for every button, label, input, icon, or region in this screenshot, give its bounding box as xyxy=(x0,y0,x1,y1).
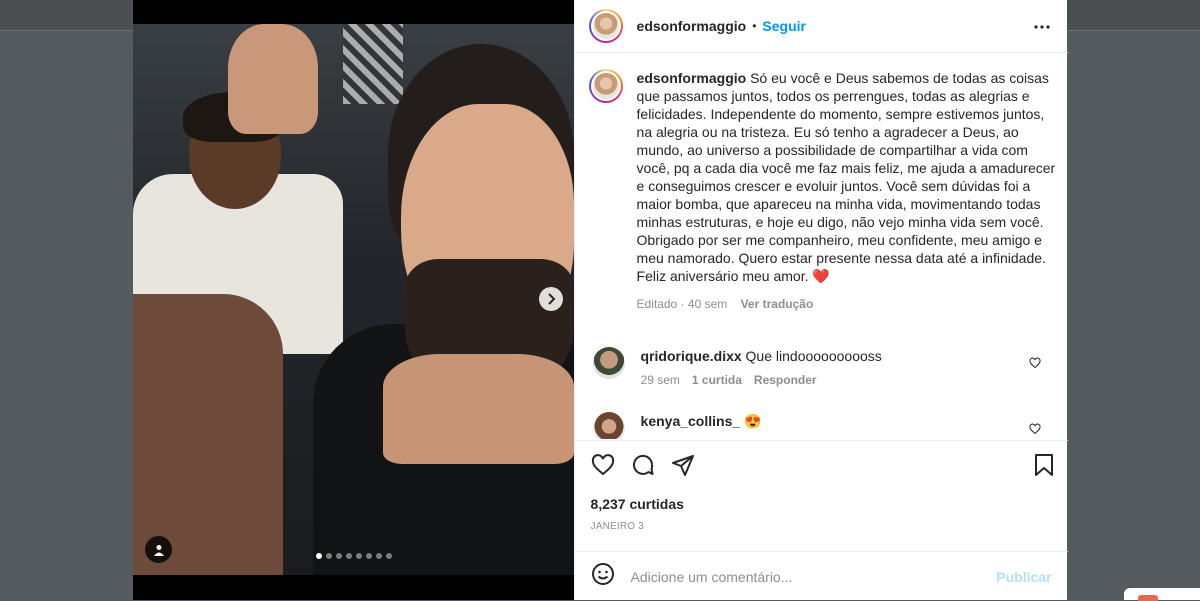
edited-time: Editado · 40 sem xyxy=(636,297,728,311)
comment-item: qridorique.dixx Que lindoooooooooss 29 s… xyxy=(592,347,1053,389)
commenter-avatar[interactable] xyxy=(592,412,625,439)
like-button[interactable] xyxy=(591,453,615,482)
post-date[interactable]: JANEIRO 3 xyxy=(591,521,644,532)
carousel-dot xyxy=(345,553,352,559)
post-sidebar: edsonformaggio • Seguir edsonformaggio S… xyxy=(573,0,1068,601)
more-icon xyxy=(1033,25,1050,29)
post-caption: edsonformaggio Só eu você e Deus sabemos… xyxy=(588,69,1059,313)
post-actions: 8,237 curtidas JANEIRO 3 xyxy=(574,440,1068,551)
carousel-dot xyxy=(375,553,382,559)
share-button[interactable] xyxy=(671,453,695,482)
caption-meta: Editado · 40 sem Ver tradução xyxy=(637,295,1057,313)
caption-avatar[interactable] xyxy=(588,69,623,103)
commenter-avatar[interactable] xyxy=(592,347,625,379)
comment-icon xyxy=(632,454,654,475)
comment-text: Que lindoooooooooss xyxy=(745,348,882,364)
caption-username[interactable]: edsonformaggio xyxy=(637,70,747,86)
comment-item: kenya_collins_ 😍 xyxy=(592,412,1053,439)
author-username[interactable]: edsonformaggio xyxy=(637,18,747,34)
post-photo xyxy=(133,24,574,575)
add-comment-bar: Publicar xyxy=(574,551,1068,601)
carousel-dot xyxy=(325,553,332,559)
heart-icon xyxy=(1029,357,1041,369)
chevron-right-icon xyxy=(548,293,556,305)
post-modal: edsonformaggio • Seguir edsonformaggio S… xyxy=(133,0,1068,601)
carousel-dot xyxy=(315,553,322,559)
publish-button[interactable]: Publicar xyxy=(996,569,1051,585)
save-button[interactable] xyxy=(1034,454,1054,481)
save-icon xyxy=(1034,454,1053,476)
post-header: edsonformaggio • Seguir xyxy=(574,0,1068,53)
header-separator: • xyxy=(752,19,757,33)
share-icon xyxy=(671,455,694,476)
commenter-username[interactable]: qridorique.dixx xyxy=(641,348,742,364)
like-comment-button[interactable] xyxy=(1029,422,1041,439)
likes-count[interactable]: 8,237 curtidas xyxy=(591,496,684,512)
post-media xyxy=(133,0,574,600)
comment-text: 😍 xyxy=(744,413,762,429)
follow-button[interactable]: Seguir xyxy=(762,18,806,34)
carousel-dot xyxy=(385,553,392,559)
carousel-dot xyxy=(365,553,372,559)
heart-icon xyxy=(591,454,614,476)
comment-input[interactable] xyxy=(628,567,993,586)
reply-button[interactable]: Responder xyxy=(754,371,817,389)
comment-time: 29 sem xyxy=(640,373,680,387)
see-translation-link[interactable]: Ver tradução xyxy=(741,297,814,311)
caption-text: Só eu você e Deus sabemos de todas as co… xyxy=(636,70,1056,284)
comments-scroll-area[interactable]: edsonformaggio Só eu você e Deus sabemos… xyxy=(575,53,1068,439)
carousel-dot xyxy=(335,553,342,559)
carousel-dot xyxy=(355,553,362,559)
corner-widget[interactable] xyxy=(1124,588,1200,601)
emoji-icon xyxy=(591,563,614,585)
heart-icon xyxy=(1029,423,1041,435)
more-options-button[interactable] xyxy=(1033,16,1050,34)
author-avatar[interactable] xyxy=(588,9,623,43)
carousel-indicator xyxy=(133,553,574,559)
next-slide-button[interactable] xyxy=(539,287,563,311)
commenter-username[interactable]: kenya_collins_ xyxy=(641,413,741,429)
comment-button[interactable] xyxy=(631,453,655,482)
like-comment-button[interactable] xyxy=(1029,356,1041,374)
comment-likes[interactable]: 1 curtida xyxy=(692,371,742,389)
emoji-button[interactable] xyxy=(591,562,615,591)
